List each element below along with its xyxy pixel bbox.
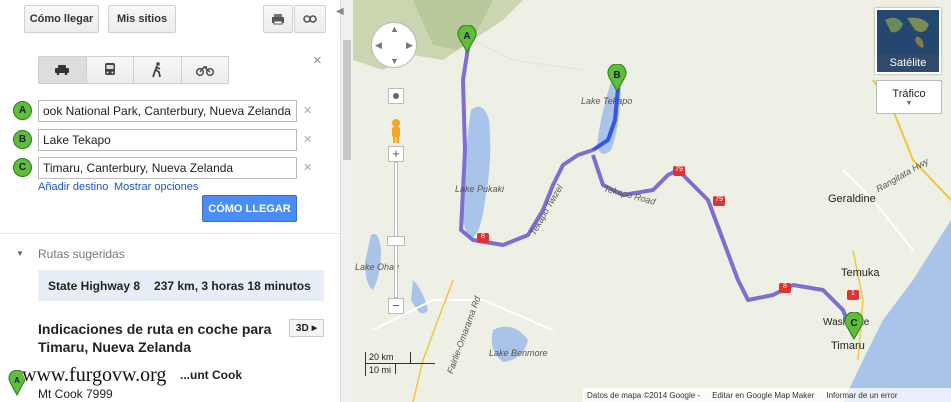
highway-shield: 79	[713, 196, 725, 206]
map-label-lake-tekapo: Lake Tekapo	[581, 96, 633, 106]
map-label-lake-pukaki: Lake Pukaki	[455, 184, 505, 194]
link-icon	[303, 15, 317, 23]
step-text: ...unt Cook	[180, 368, 242, 382]
highway-shield: 1	[847, 290, 859, 300]
map-marker-b[interactable]: B	[607, 63, 627, 93]
print-icon	[272, 14, 284, 25]
directions-button-label: Cómo llegar	[29, 13, 94, 25]
pan-left-icon[interactable]: ◀	[375, 40, 382, 51]
mode-bike[interactable]	[181, 57, 228, 83]
print-button[interactable]	[263, 5, 293, 33]
map-label-lake-benmore: Lake Benmore	[489, 348, 548, 358]
remove-waypoint-c-icon[interactable]: ✕	[303, 161, 312, 174]
zoom-track[interactable]	[394, 162, 398, 298]
directions-title: Indicaciones de ruta en coche para Timar…	[38, 321, 272, 355]
mode-transit[interactable]	[86, 57, 134, 83]
walk-icon	[152, 62, 162, 78]
3d-button[interactable]: 3D ▶	[289, 319, 324, 337]
waypoint-input-c[interactable]: Timaru, Canterbury, Nueva Zelanda	[38, 157, 297, 179]
zoom-in-button[interactable]: +	[388, 146, 404, 162]
highway-shield: 8	[779, 283, 791, 293]
waypoint-input-b[interactable]: Lake Tekapo	[38, 129, 297, 151]
pan-up-icon[interactable]: ▲	[390, 24, 399, 34]
scale-mi: 10 mi	[369, 365, 392, 375]
pan-down-icon[interactable]: ▼	[390, 56, 399, 66]
map-marker-c[interactable]: C	[844, 311, 864, 341]
route-name: State Highway 8	[48, 278, 141, 293]
chevron-down-icon: ▼	[905, 99, 913, 107]
lake-pukaki	[462, 106, 491, 239]
directions-panel: Cómo llegar Mis sitios × A ook National …	[0, 0, 340, 402]
route-summary: 237 km, 3 horas 18 minutos	[154, 278, 311, 293]
remove-waypoint-a-icon[interactable]: ✕	[303, 104, 312, 117]
pegman-icon[interactable]	[388, 118, 404, 144]
play-icon: ▶	[311, 325, 318, 332]
mode-walk[interactable]	[134, 57, 182, 83]
satellite-toggle[interactable]: Satélite	[875, 8, 941, 74]
suggested-routes-header: Rutas sugeridas	[38, 247, 125, 261]
close-icon[interactable]: ×	[313, 52, 322, 69]
map-footer: Datos de mapa ©2014 Google - Editar en G…	[583, 388, 951, 402]
highway-shield: 8	[477, 233, 489, 243]
map[interactable]: 8 79 79 8 1 Lake Pukaki Lake Tekapo Lake…	[353, 0, 951, 402]
panel-scrollbar[interactable]	[340, 0, 353, 402]
travel-mode-bar	[38, 56, 229, 84]
satellite-label: Satélite	[889, 57, 927, 69]
map-label-lake-ohau: Lake Ohau	[355, 262, 400, 272]
reset-view-button[interactable]	[388, 88, 404, 104]
svg-text:A: A	[463, 31, 470, 42]
highway-shield: 79	[673, 166, 685, 176]
collapse-arrow-icon[interactable]: ▼	[16, 249, 24, 258]
zoom-slider-thumb[interactable]	[387, 236, 405, 246]
my-places-button-label: Mis sitios	[116, 13, 168, 25]
scale-bar: 20 km 10 mi	[365, 352, 437, 376]
traffic-toggle[interactable]: Tráfico ▼	[876, 80, 942, 114]
pan-right-icon[interactable]: ▶	[406, 40, 413, 51]
bus-icon	[104, 63, 115, 75]
car-icon	[55, 65, 70, 75]
waypoint-input-a[interactable]: ook National Park, Canterbury, Nueva Zel…	[38, 100, 297, 122]
pan-control[interactable]: ▲ ▼ ◀ ▶	[371, 22, 417, 68]
zoom-out-button[interactable]: −	[388, 298, 404, 314]
bike-icon	[195, 66, 214, 76]
svg-text:B: B	[613, 70, 620, 81]
route-option[interactable]: State Highway 8 237 km, 3 horas 18 minut…	[38, 270, 324, 301]
satellite-thumbnail-icon	[877, 10, 939, 54]
waypoint-marker-a: A	[13, 101, 32, 120]
map-label-geraldine: Geraldine	[828, 193, 876, 205]
3d-button-label: 3D	[295, 322, 309, 334]
svg-text:C: C	[850, 318, 857, 329]
scale-km: 20 km	[369, 352, 394, 362]
get-directions-button[interactable]: CÓMO LLEGAR	[202, 195, 297, 222]
traffic-label: Tráfico	[892, 87, 926, 100]
directions-button[interactable]: Cómo llegar	[24, 5, 99, 33]
remove-waypoint-b-icon[interactable]: ✕	[303, 133, 312, 146]
footer-map-data: Datos de mapa ©2014 Google -	[587, 390, 701, 400]
scrollbar-thumb[interactable]	[343, 40, 351, 160]
waypoint-marker-c: C	[13, 158, 32, 177]
watermark: www.furgovw.org	[22, 364, 167, 386]
step-subtext: Mt Cook 7999	[38, 387, 113, 401]
svg-text:A: A	[14, 376, 20, 385]
collapse-panel-icon[interactable]: ◀	[336, 6, 346, 22]
divider	[0, 233, 340, 234]
my-places-button[interactable]: Mis sitios	[108, 5, 176, 33]
mode-car[interactable]	[39, 57, 87, 83]
footer-edit-link[interactable]: Editar en Google Map Maker	[712, 391, 814, 400]
map-label-temuka: Temuka	[841, 267, 880, 279]
show-options-link[interactable]: Mostrar opciones	[114, 181, 198, 193]
reset-view-icon	[393, 93, 399, 99]
link-button[interactable]	[294, 5, 326, 33]
route-line-2[interactable]	[591, 154, 855, 336]
add-destination-link[interactable]: Añadir destino	[38, 181, 108, 193]
map-marker-a[interactable]: A	[457, 24, 477, 54]
map-label-timaru: Timaru	[831, 340, 865, 352]
waypoint-marker-b: B	[13, 130, 32, 149]
footer-report-link[interactable]: Informar de un error	[826, 391, 897, 400]
